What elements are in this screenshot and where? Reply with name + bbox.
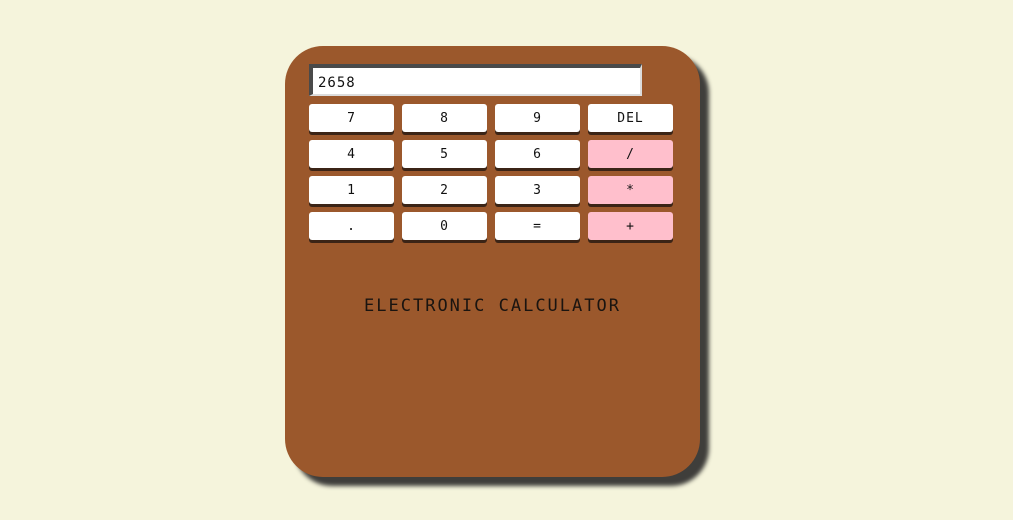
decimal-point-button[interactable]: . (309, 212, 394, 240)
key-5[interactable]: 5 (402, 140, 487, 168)
delete-button[interactable]: DEL (588, 104, 673, 132)
key-2[interactable]: 2 (402, 176, 487, 204)
plus-button[interactable]: + (588, 212, 673, 240)
key-4[interactable]: 4 (309, 140, 394, 168)
calculator-body: 7 8 9 DEL 4 5 6 / 1 2 3 * . 0 = + ELECTR… (285, 46, 700, 477)
key-9[interactable]: 9 (495, 104, 580, 132)
key-3[interactable]: 3 (495, 176, 580, 204)
key-6[interactable]: 6 (495, 140, 580, 168)
key-7[interactable]: 7 (309, 104, 394, 132)
key-1[interactable]: 1 (309, 176, 394, 204)
key-8[interactable]: 8 (402, 104, 487, 132)
divide-button[interactable]: / (588, 140, 673, 168)
key-0[interactable]: 0 (402, 212, 487, 240)
equals-button[interactable]: = (495, 212, 580, 240)
calculator-brand-label: ELECTRONIC CALCULATOR (364, 296, 621, 316)
calculator-display[interactable] (309, 64, 642, 96)
multiply-button[interactable]: * (588, 176, 673, 204)
